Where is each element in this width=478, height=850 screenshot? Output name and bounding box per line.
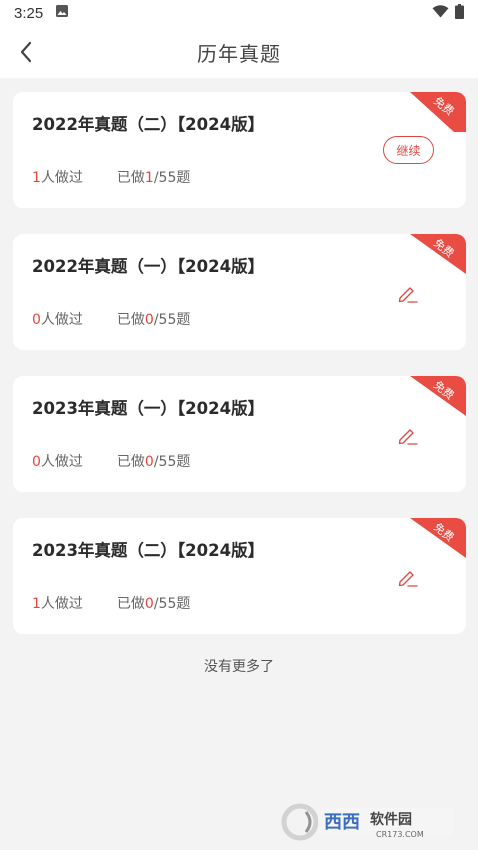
free-badge: 免费 bbox=[410, 92, 466, 132]
exam-card[interactable]: 2023年真题（一）【2024版】 0人做过 已做0/55题 免费 bbox=[13, 376, 466, 492]
exam-meta: 0人做过 已做0/55题 bbox=[32, 451, 190, 471]
done-progress: 已做0/55题 bbox=[116, 312, 191, 328]
page-title: 历年真题 bbox=[197, 41, 281, 66]
exam-card[interactable]: 2023年真题（二）【2024版】 1人做过 已做0/55题 免费 bbox=[13, 518, 466, 634]
people-count: 0人做过 bbox=[32, 312, 83, 328]
exam-meta: 0人做过 已做0/55题 bbox=[32, 309, 190, 329]
people-count: 0人做过 bbox=[32, 454, 83, 470]
people-count: 1人做过 bbox=[32, 170, 83, 186]
free-badge: 免费 bbox=[410, 518, 466, 558]
edit-icon[interactable] bbox=[396, 566, 420, 590]
wifi-icon bbox=[432, 4, 449, 22]
status-time: 3:25 bbox=[14, 4, 44, 22]
chevron-left-icon bbox=[20, 41, 32, 63]
done-progress: 已做0/55题 bbox=[116, 596, 191, 612]
exam-card[interactable]: 2022年真题（二）【2024版】 1人做过 已做1/55题 免费 继续 bbox=[13, 92, 466, 208]
watermark-logo: 西西 软件园 CR173.COM bbox=[281, 803, 454, 841]
svg-text:CR173.COM: CR173.COM bbox=[376, 830, 424, 839]
exam-meta: 1人做过 已做1/55题 bbox=[32, 167, 190, 187]
image-notification-icon bbox=[55, 4, 69, 22]
status-bar: 3:25 bbox=[0, 0, 478, 26]
back-button[interactable] bbox=[12, 38, 40, 66]
exam-title: 2023年真题（二）【2024版】 bbox=[32, 541, 265, 560]
battery-icon bbox=[455, 3, 464, 23]
svg-text:西西: 西西 bbox=[324, 812, 360, 833]
exam-card[interactable]: 2022年真题（一）【2024版】 0人做过 已做0/55题 免费 bbox=[13, 234, 466, 350]
exam-title: 2023年真题（一）【2024版】 bbox=[32, 399, 265, 418]
people-count: 1人做过 bbox=[32, 596, 83, 612]
app-header: 历年真题 bbox=[0, 26, 478, 78]
free-badge: 免费 bbox=[410, 234, 466, 274]
edit-icon[interactable] bbox=[396, 282, 420, 306]
svg-text:软件园: 软件园 bbox=[370, 811, 412, 828]
edit-icon[interactable] bbox=[396, 424, 420, 448]
exam-meta: 1人做过 已做0/55题 bbox=[32, 593, 190, 613]
free-badge: 免费 bbox=[410, 376, 466, 416]
exam-title: 2022年真题（二）【2024版】 bbox=[32, 115, 265, 134]
continue-button[interactable]: 继续 bbox=[383, 136, 434, 164]
no-more-text: 没有更多了 bbox=[204, 659, 274, 675]
exam-title: 2022年真题（一）【2024版】 bbox=[32, 257, 265, 276]
done-progress: 已做0/55题 bbox=[116, 454, 191, 470]
done-progress: 已做1/55题 bbox=[116, 170, 191, 186]
